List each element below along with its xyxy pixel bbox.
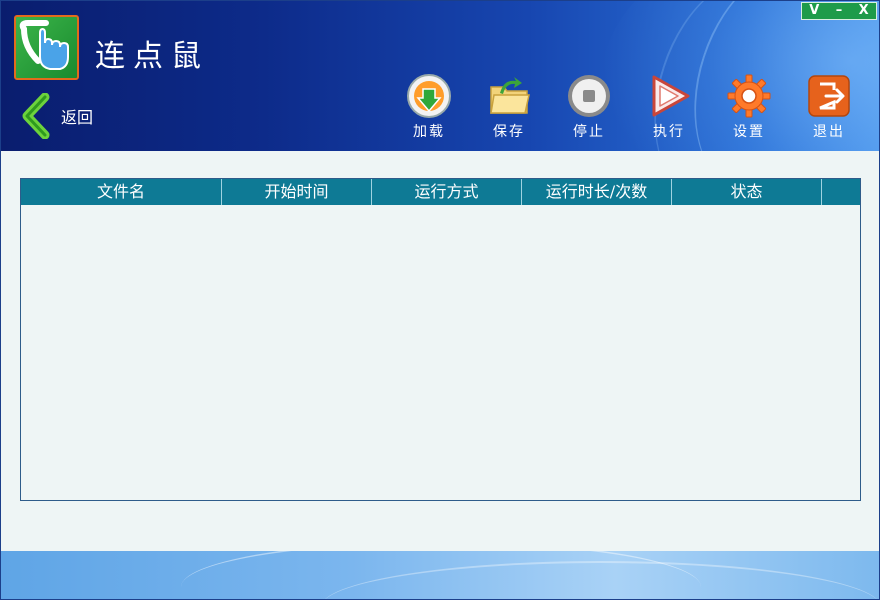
play-icon (652, 75, 690, 117)
save-label: 保存 (493, 124, 525, 140)
run-label: 执行 (653, 124, 685, 140)
toolbar: 加载 保存 停止 执行 设置 退出 (389, 73, 869, 143)
gear-icon (727, 74, 771, 118)
column-header-duration-count[interactable]: 运行时长/次数 (522, 179, 672, 205)
save-button[interactable]: 保存 (469, 73, 549, 143)
download-icon (407, 74, 451, 118)
stop-button[interactable]: 停止 (549, 73, 629, 143)
window-v-button[interactable]: V (802, 3, 827, 19)
column-header-filename[interactable]: 文件名 (21, 179, 222, 205)
column-header-start-time[interactable]: 开始时间 (222, 179, 372, 205)
load-button[interactable]: 加载 (389, 73, 469, 143)
window-controls: V – X (801, 2, 877, 20)
column-header-status[interactable]: 状态 (672, 179, 822, 205)
stop-label: 停止 (573, 124, 605, 140)
main-content: 文件名 开始时间 运行方式 运行时长/次数 状态 (1, 151, 879, 551)
footer-banner (1, 551, 879, 599)
run-button[interactable]: 执行 (629, 73, 709, 143)
column-header-run-mode[interactable]: 运行方式 (372, 179, 522, 205)
exit-label: 退出 (813, 124, 845, 140)
load-label: 加载 (413, 124, 445, 140)
close-button[interactable]: X (851, 3, 876, 19)
app-window: V – X 连点鼠 返回 加载 保存 停止 执行 设置 退出 文件名 开始时间 … (0, 0, 880, 600)
stop-icon (568, 75, 610, 117)
hand-pointer-icon (19, 20, 69, 70)
app-logo (14, 15, 79, 80)
app-title: 连点鼠 (95, 39, 209, 74)
column-header-filler (822, 179, 860, 205)
exit-button[interactable]: 退出 (789, 73, 869, 143)
chevron-left-icon (22, 93, 50, 139)
settings-button[interactable]: 设置 (709, 73, 789, 143)
task-table[interactable]: 文件名 开始时间 运行方式 运行时长/次数 状态 (20, 178, 861, 501)
settings-label: 设置 (733, 124, 765, 140)
back-button[interactable]: 返回 (19, 93, 93, 139)
back-label: 返回 (61, 108, 94, 127)
minimize-button[interactable]: – (827, 3, 852, 19)
folder-icon (490, 77, 530, 114)
header-banner: V – X 连点鼠 返回 加载 保存 停止 执行 设置 退出 (1, 1, 879, 151)
exit-icon (808, 75, 850, 117)
table-header: 文件名 开始时间 运行方式 运行时长/次数 状态 (21, 179, 860, 205)
